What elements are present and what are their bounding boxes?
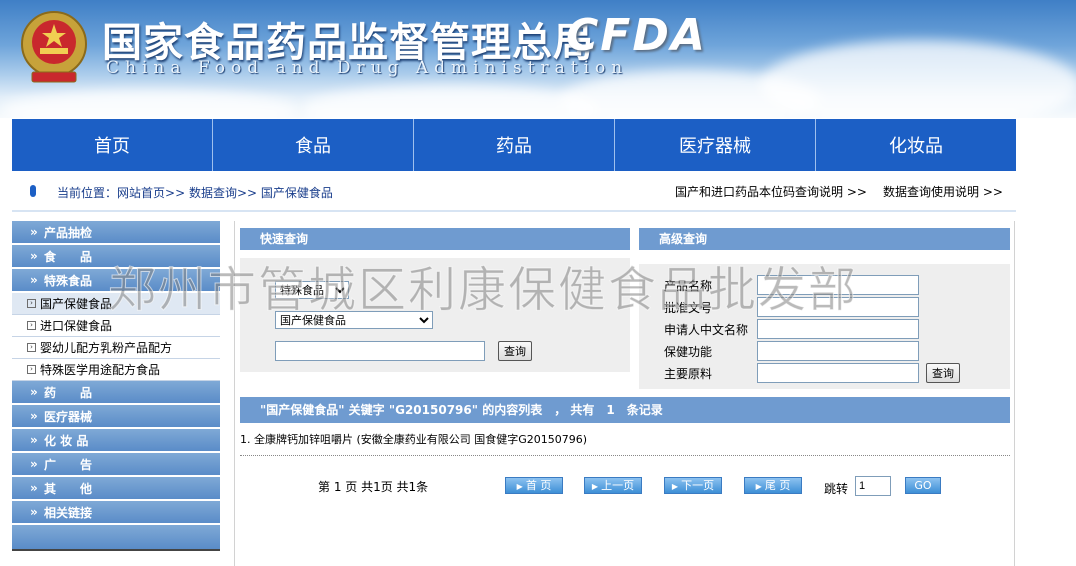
sidebar-section-ads[interactable]: 广 告 bbox=[12, 452, 220, 477]
content-border bbox=[234, 221, 235, 566]
sidebar-section-special-food[interactable]: 特殊食品 bbox=[12, 268, 220, 293]
drug-code-help-link[interactable]: 国产和进口药品本位码查询说明 >> bbox=[675, 183, 867, 200]
last-page-button[interactable]: ▶ 尾 页 bbox=[744, 477, 802, 494]
site-title-en: China Food and Drug Administration bbox=[106, 58, 629, 78]
next-page-label: 下一页 bbox=[681, 479, 715, 492]
advanced-search-title: 高级查询 bbox=[639, 228, 1010, 250]
breadcrumb-separator: >> bbox=[165, 186, 186, 200]
sidebar-section-label: 药 品 bbox=[44, 386, 93, 400]
last-page-label: 尾 页 bbox=[764, 479, 791, 492]
go-button[interactable]: GO bbox=[905, 477, 941, 494]
prev-page-button[interactable]: ▶ 上一页 bbox=[584, 477, 642, 494]
results-header: "国产保健食品" 关键字 "G20150796" 的内容列表 ， 共有 1 条记… bbox=[240, 397, 1010, 423]
divider bbox=[12, 210, 1016, 212]
sidebar-section-label: 化 妆 品 bbox=[44, 434, 89, 448]
play-icon: ▶ bbox=[591, 482, 599, 491]
sidebar-section-label: 食 品 bbox=[44, 250, 93, 264]
sidebar-section-food[interactable]: 食 品 bbox=[12, 244, 220, 269]
sidebar-section-cosmetics[interactable]: 化 妆 品 bbox=[12, 428, 220, 453]
next-page-button[interactable]: ▶ 下一页 bbox=[664, 477, 722, 494]
sidebar-section-sampling[interactable]: 产品抽检 bbox=[12, 220, 220, 245]
breadcrumb-prefix: 当前位置： bbox=[57, 186, 118, 200]
nav-home[interactable]: 首页 bbox=[12, 119, 213, 171]
expand-box-icon: › bbox=[27, 299, 36, 308]
sidebar-footer bbox=[12, 525, 220, 551]
breadcrumb-trail: 当前位置：网站首页>> 数据查询>> 国产保健食品 bbox=[57, 184, 333, 201]
expand-box-icon: › bbox=[27, 343, 36, 352]
main-ingredients-label: 主要原料 bbox=[664, 367, 713, 381]
nav-food[interactable]: 食品 bbox=[213, 119, 414, 171]
sidebar-section-other[interactable]: 其 他 bbox=[12, 476, 220, 501]
breadcrumb-separator: >> bbox=[236, 186, 258, 200]
sidebar-item-label: 进口保健食品 bbox=[40, 319, 113, 333]
first-page-button[interactable]: ▶ 首 页 bbox=[505, 477, 563, 494]
quick-search-title: 快速查询 bbox=[240, 228, 630, 250]
nav-cosmetics[interactable]: 化妆品 bbox=[816, 119, 1016, 171]
product-type-select[interactable]: 国产保健食品 bbox=[275, 311, 433, 329]
product-name-input[interactable] bbox=[757, 275, 919, 295]
pager-info: 第 1 页 共1页 共1条 bbox=[318, 480, 429, 494]
applicant-name-label: 申请人中文名称 bbox=[664, 323, 749, 337]
result-item-link[interactable]: 1. 全康牌钙加锌咀嚼片 (安徽全康药业有限公司 国食健字G20150796) bbox=[240, 433, 587, 446]
expand-box-icon: › bbox=[27, 321, 36, 330]
divider bbox=[240, 455, 1010, 456]
quick-search-button[interactable]: 查询 bbox=[498, 341, 532, 361]
content-border bbox=[1014, 221, 1015, 566]
sidebar-item-label: 婴幼儿配方乳粉产品配方 bbox=[40, 341, 173, 355]
sidebar-item-domestic-health-food[interactable]: › 国产保健食品 bbox=[12, 293, 220, 315]
breadcrumb-data-query: 数据查询 bbox=[188, 186, 237, 200]
jump-label: 跳转 bbox=[824, 482, 849, 496]
sidebar-item-imported-health-food[interactable]: › 进口保健食品 bbox=[12, 315, 220, 337]
play-icon: ▶ bbox=[671, 482, 679, 491]
cloud-decoration bbox=[0, 90, 300, 118]
health-function-input[interactable] bbox=[757, 341, 919, 361]
nav-drugs[interactable]: 药品 bbox=[414, 119, 615, 171]
cfda-logo: CFDA bbox=[566, 10, 707, 61]
breadcrumb: 当前位置：网站首页>> 数据查询>> 国产保健食品 国产和进口药品本位码查询说明… bbox=[12, 176, 1016, 206]
category-select[interactable]: 特殊食品 bbox=[275, 281, 349, 299]
breadcrumb-home-link[interactable]: 网站首页 bbox=[117, 186, 165, 200]
main-nav: 首页 食品 药品 医疗器械 化妆品 bbox=[12, 119, 1016, 171]
sidebar-section-label: 相关链接 bbox=[44, 506, 93, 520]
sidebar-section-label: 特殊食品 bbox=[44, 274, 93, 288]
approval-number-input[interactable] bbox=[757, 297, 919, 317]
quick-search-input[interactable] bbox=[275, 341, 485, 361]
expand-box-icon: › bbox=[27, 365, 36, 374]
sidebar-section-label: 医疗器械 bbox=[44, 410, 93, 424]
sidebar-section-drugs[interactable]: 药 品 bbox=[12, 380, 220, 405]
first-page-label: 首 页 bbox=[525, 479, 552, 492]
sidebar-section-devices[interactable]: 医疗器械 bbox=[12, 404, 220, 429]
prev-page-label: 上一页 bbox=[601, 479, 635, 492]
data-query-help-link[interactable]: 数据查询使用说明 >> bbox=[883, 183, 1003, 200]
sidebar-item-medical-formula-food[interactable]: › 特殊医学用途配方食品 bbox=[12, 359, 220, 381]
location-icon bbox=[30, 185, 36, 197]
cloud-decoration bbox=[300, 85, 600, 118]
cloud-decoration bbox=[760, 40, 1076, 118]
advanced-search-button[interactable]: 查询 bbox=[926, 363, 960, 383]
sidebar: 产品抽检 食 品 特殊食品 › 国产保健食品 › 进口保健食品 › 婴幼儿配方乳粉产品… bbox=[12, 220, 220, 551]
play-icon: ▶ bbox=[516, 482, 523, 491]
approval-number-label: 批准文号 bbox=[664, 301, 713, 315]
national-emblem-icon bbox=[21, 11, 87, 83]
health-function-label: 保健功能 bbox=[664, 345, 713, 359]
play-icon: ▶ bbox=[755, 482, 762, 491]
result-item: 1. 全康牌钙加锌咀嚼片 (安徽全康药业有限公司 国食健字G20150796) bbox=[240, 431, 587, 447]
sidebar-item-infant-formula[interactable]: › 婴幼儿配方乳粉产品配方 bbox=[12, 337, 220, 359]
product-name-label: 产品名称 bbox=[664, 279, 713, 293]
breadcrumb-current: 国产保健食品 bbox=[260, 186, 333, 200]
nav-devices[interactable]: 医疗器械 bbox=[615, 119, 816, 171]
header-banner: 国家食品药品监督管理总局 China Food and Drug Adminis… bbox=[0, 0, 1076, 118]
sidebar-section-label: 产品抽检 bbox=[44, 226, 93, 240]
sidebar-section-label: 广 告 bbox=[44, 458, 93, 472]
sidebar-item-label: 国产保健食品 bbox=[40, 297, 113, 311]
sidebar-item-label: 特殊医学用途配方食品 bbox=[40, 363, 161, 377]
sidebar-section-label: 其 他 bbox=[44, 482, 93, 496]
sidebar-section-links[interactable]: 相关链接 bbox=[12, 500, 220, 525]
applicant-name-input[interactable] bbox=[757, 319, 919, 339]
jump-page-input[interactable] bbox=[855, 476, 891, 496]
main-ingredients-input[interactable] bbox=[757, 363, 919, 383]
